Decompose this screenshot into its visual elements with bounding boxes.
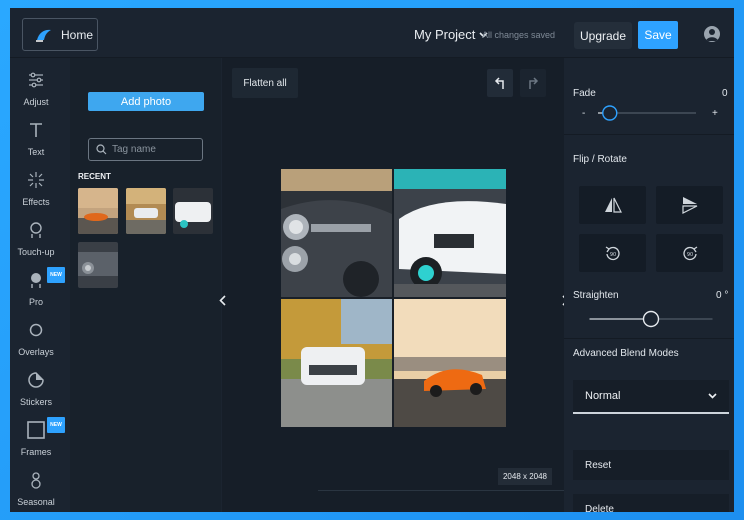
fade-decrease[interactable]: - bbox=[582, 108, 585, 119]
save-status: All changes saved bbox=[482, 30, 556, 40]
redo-icon bbox=[529, 77, 539, 89]
straighten-value: 0 ° bbox=[716, 290, 729, 301]
face-icon bbox=[30, 222, 42, 238]
undo-button[interactable] bbox=[487, 69, 513, 97]
straighten-slider[interactable] bbox=[581, 310, 721, 328]
tool-effects[interactable]: Effects bbox=[10, 164, 62, 214]
undo-icon bbox=[494, 77, 504, 89]
tool-label: Frames bbox=[20, 447, 52, 457]
divider bbox=[564, 338, 734, 339]
fade-slider[interactable] bbox=[590, 105, 704, 121]
save-button[interactable]: Save bbox=[638, 21, 678, 49]
recent-photo[interactable] bbox=[126, 188, 166, 234]
chevron-left-icon bbox=[218, 294, 226, 306]
project-name: My Project bbox=[414, 27, 476, 42]
flip-horizontal-button[interactable] bbox=[579, 186, 646, 224]
flip-rotate-label: Flip / Rotate bbox=[573, 154, 627, 165]
redo-button[interactable] bbox=[520, 69, 546, 97]
blend-modes-label: Advanced Blend Modes bbox=[573, 348, 679, 359]
home-button[interactable]: Home bbox=[22, 18, 98, 51]
properties-panel: Fade 0 - + Flip / Rotate 90 90 Straighte… bbox=[564, 58, 734, 512]
flip-horizontal-icon bbox=[604, 197, 622, 213]
tool-label: Touch-up bbox=[17, 247, 55, 257]
tag-search-input[interactable] bbox=[112, 144, 198, 155]
flip-vertical-button[interactable] bbox=[656, 186, 723, 224]
tag-search-box[interactable] bbox=[88, 138, 203, 161]
svg-text:90: 90 bbox=[609, 252, 615, 258]
editor-window: Home My Project All changes saved Upgrad… bbox=[10, 8, 734, 512]
collage-cell-white-car[interactable] bbox=[394, 169, 506, 297]
photo-collage[interactable] bbox=[281, 169, 506, 427]
tool-pro[interactable]: NEW Pro bbox=[10, 264, 65, 314]
blend-mode-value: Normal bbox=[585, 390, 621, 402]
flatten-all-button[interactable]: Flatten all bbox=[232, 68, 298, 98]
circle-icon bbox=[29, 323, 43, 337]
tool-label: Effects bbox=[22, 197, 50, 207]
tool-frames[interactable]: NEW Frames bbox=[10, 414, 65, 464]
rotate-left-icon: 90 bbox=[605, 246, 620, 261]
divider bbox=[564, 134, 734, 135]
recent-heading: RECENT bbox=[78, 172, 111, 181]
fade-increase[interactable]: + bbox=[712, 108, 718, 119]
tools-sidebar: Adjust Text Effects Touch-up NEW Pro Ove… bbox=[10, 58, 65, 512]
add-photo-button[interactable]: Add photo bbox=[88, 92, 204, 111]
new-badge: NEW bbox=[47, 417, 65, 433]
slider-knob[interactable] bbox=[602, 105, 618, 121]
pro-icon bbox=[31, 273, 41, 288]
logo-icon bbox=[36, 29, 51, 42]
tool-label: Pro bbox=[28, 297, 43, 307]
tool-stickers[interactable]: Stickers bbox=[10, 364, 62, 414]
tool-text[interactable]: Text bbox=[10, 114, 62, 164]
svg-text:90: 90 bbox=[686, 252, 692, 258]
rotate-right-icon: 90 bbox=[682, 246, 697, 261]
tool-seasonal[interactable]: Seasonal bbox=[10, 464, 62, 512]
project-menu[interactable]: My Project bbox=[414, 27, 488, 42]
tool-label: Text bbox=[27, 147, 45, 157]
collage-cell-orange-car[interactable] bbox=[394, 299, 506, 427]
recent-photo[interactable] bbox=[173, 188, 213, 234]
rotate-right-button[interactable]: 90 bbox=[656, 234, 723, 272]
top-bar: Home My Project All changes saved Upgrad… bbox=[10, 8, 734, 58]
tool-label: Seasonal bbox=[17, 497, 55, 507]
tool-touch-up[interactable]: Touch-up bbox=[10, 214, 62, 264]
search-icon bbox=[96, 144, 107, 155]
avatar-icon[interactable] bbox=[704, 26, 720, 42]
rotate-left-button[interactable]: 90 bbox=[579, 234, 646, 272]
tool-adjust[interactable]: Adjust bbox=[10, 64, 62, 114]
reset-button[interactable]: Reset bbox=[573, 450, 729, 480]
fade-value: 0 bbox=[722, 88, 728, 99]
flip-vertical-icon bbox=[681, 197, 697, 214]
blend-mode-select[interactable]: Normal bbox=[573, 380, 729, 414]
text-icon bbox=[30, 123, 42, 137]
delete-button[interactable]: Delete bbox=[573, 494, 729, 512]
tool-label: Adjust bbox=[23, 97, 49, 107]
snowman-icon bbox=[31, 472, 41, 489]
straighten-label: Straighten bbox=[573, 290, 619, 301]
fade-label: Fade bbox=[573, 88, 596, 99]
canvas-size-label: 2048 x 2048 bbox=[498, 468, 552, 485]
chevron-down-icon bbox=[708, 393, 717, 399]
tool-label: Stickers bbox=[19, 397, 52, 407]
collapse-left-button[interactable] bbox=[216, 289, 228, 311]
slider-knob[interactable] bbox=[642, 310, 660, 328]
new-badge: NEW bbox=[47, 267, 65, 283]
recent-photo[interactable] bbox=[78, 188, 118, 234]
sparkle-icon bbox=[28, 172, 44, 188]
upgrade-button[interactable]: Upgrade bbox=[574, 22, 632, 49]
sliders-icon bbox=[29, 72, 43, 88]
frame-icon bbox=[27, 421, 45, 439]
collage-cell-suv[interactable] bbox=[281, 299, 392, 427]
tool-overlays[interactable]: Overlays bbox=[10, 314, 62, 364]
zoom-bar bbox=[318, 490, 564, 512]
photos-panel: Add photo RECENT bbox=[70, 58, 221, 512]
collage-cell-classic-car[interactable] bbox=[281, 169, 392, 297]
home-label: Home bbox=[61, 27, 94, 42]
tool-label: Overlays bbox=[18, 347, 54, 357]
sticker-icon bbox=[28, 372, 44, 388]
recent-photo[interactable] bbox=[78, 242, 118, 288]
canvas-area: Flatten all 2048 x 2048 bbox=[222, 58, 564, 512]
